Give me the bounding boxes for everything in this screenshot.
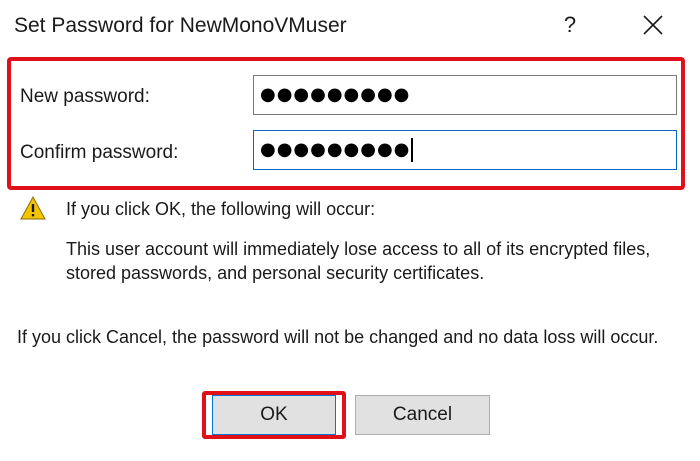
set-password-dialog: Set Password for NewMonoVMuser ? New pas… <box>0 0 700 461</box>
warning-detail: This user account will immediately lose … <box>66 239 651 283</box>
cancel-button[interactable]: Cancel <box>355 395 490 435</box>
dialog-title: Set Password for NewMonoVMuser <box>14 14 347 37</box>
warning-title: If you click OK, the following will occu… <box>66 199 376 219</box>
confirm-password-value: ●●●●●●●●● <box>260 139 411 160</box>
ok-button[interactable]: OK <box>212 395 336 435</box>
text-caret <box>411 138 414 162</box>
close-icon <box>643 15 663 35</box>
cancel-note: If you click Cancel, the password will n… <box>17 327 659 347</box>
confirm-password-input[interactable]: ●●●●●●●●● <box>253 130 677 170</box>
confirm-password-label: Confirm password: <box>20 142 179 163</box>
title-bar: Set Password for NewMonoVMuser ? <box>0 0 700 52</box>
new-password-label: New password: <box>20 86 150 107</box>
new-password-input[interactable]: ●●●●●●●●● <box>253 75 677 115</box>
new-password-value: ●●●●●●●●● <box>260 84 411 105</box>
warning-triangle-icon <box>20 196 46 220</box>
close-button[interactable] <box>632 6 674 44</box>
help-button[interactable]: ? <box>552 6 588 44</box>
